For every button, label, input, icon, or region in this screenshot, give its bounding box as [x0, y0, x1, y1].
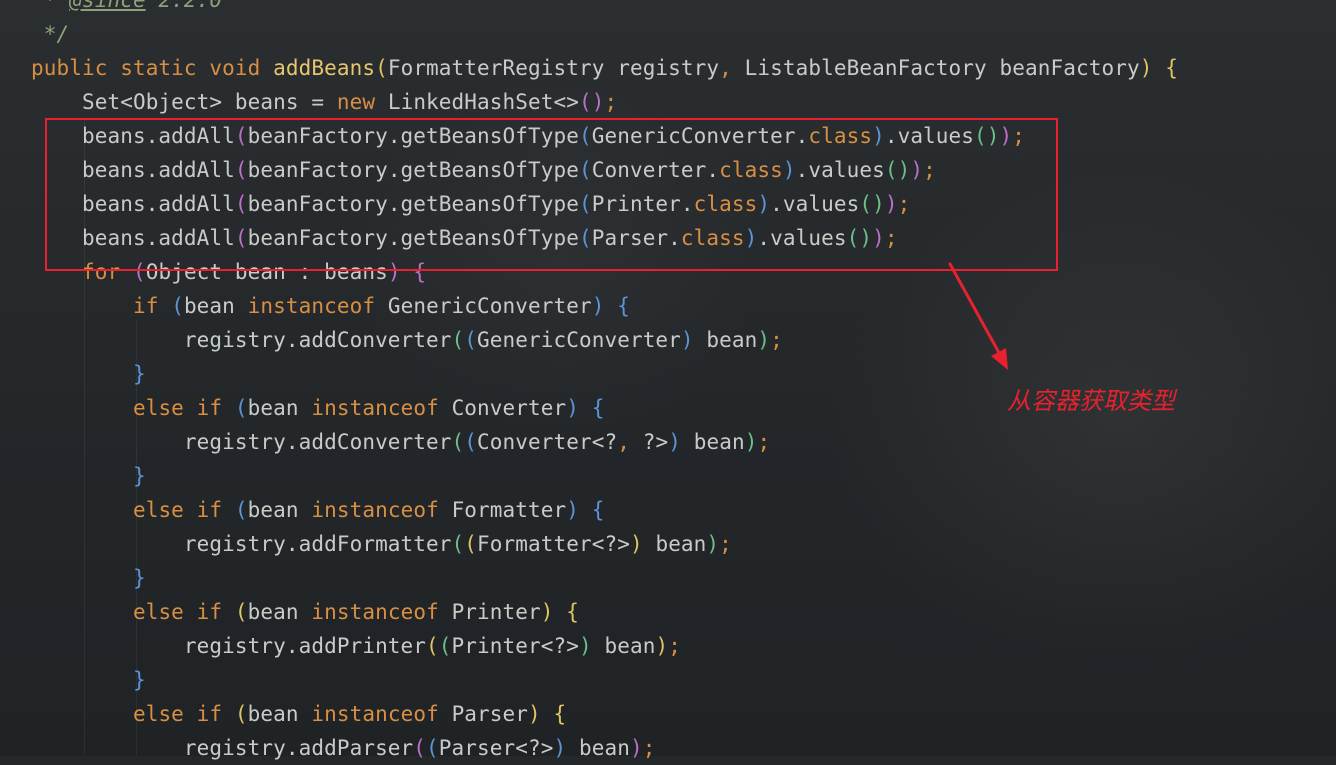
annotation-arrow	[948, 262, 1008, 370]
annotation-text: 从容器获取类型	[1007, 387, 1175, 415]
